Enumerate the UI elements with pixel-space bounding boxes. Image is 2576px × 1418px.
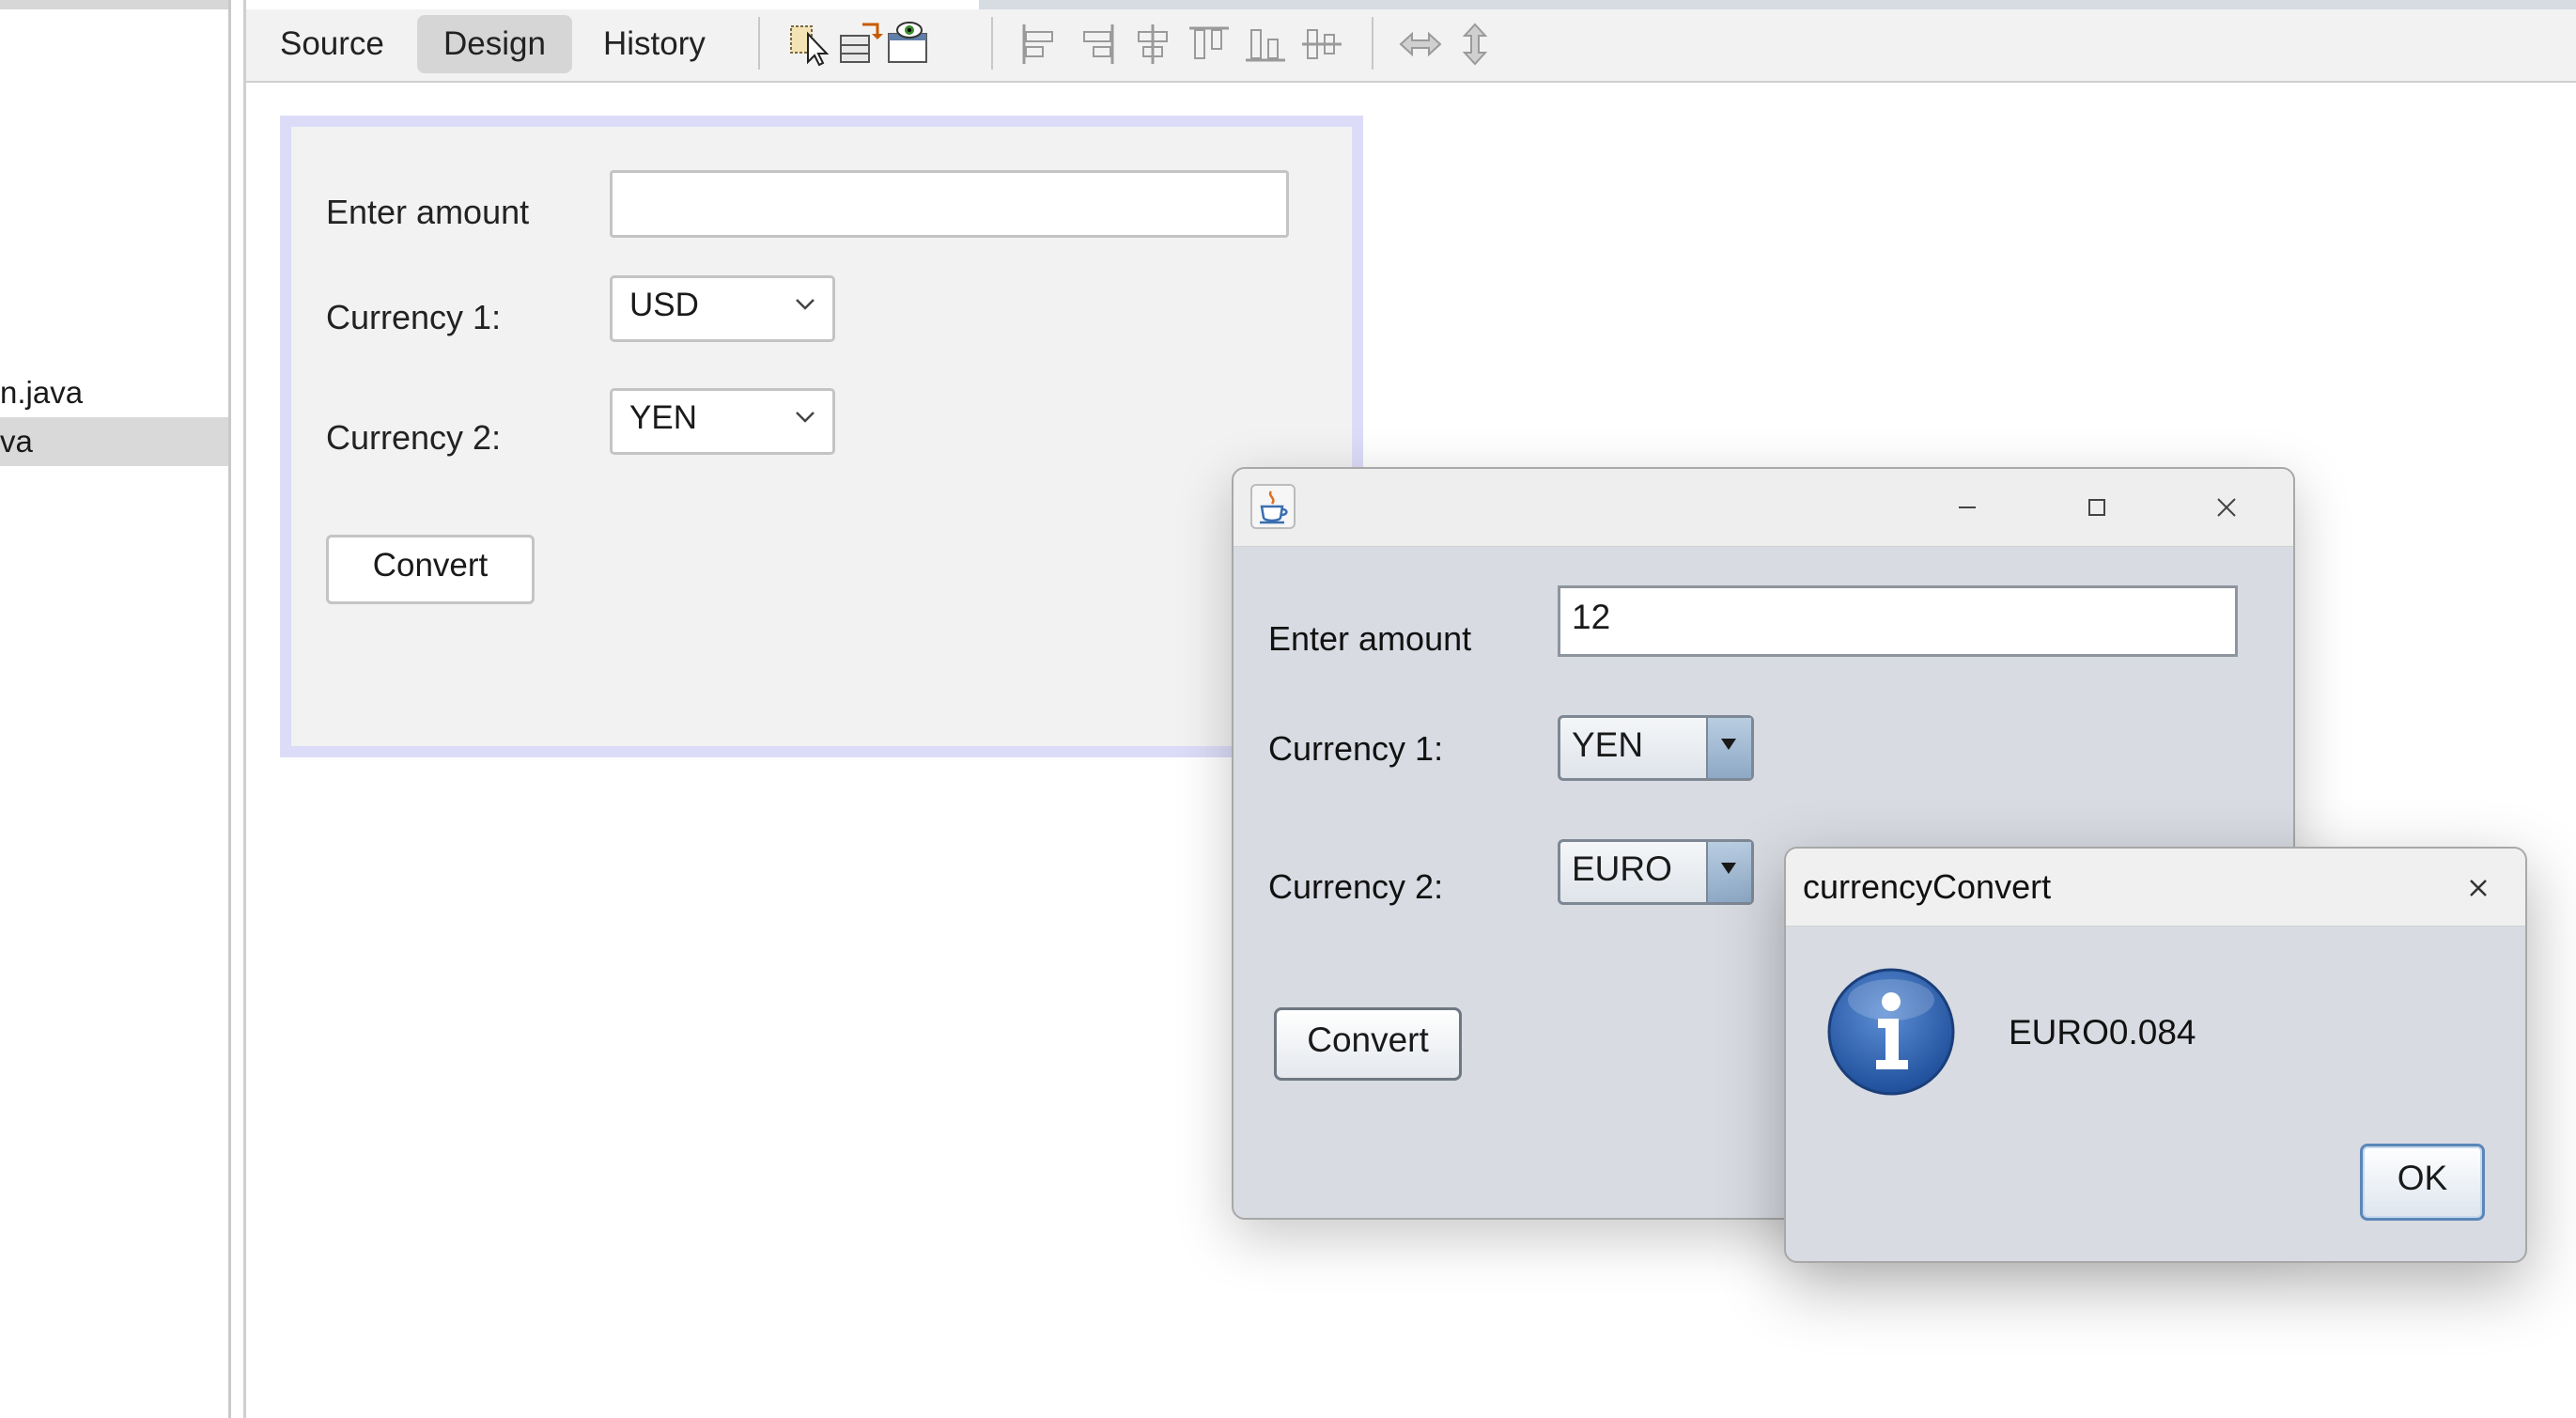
currency1-selected-value: USD: [629, 287, 699, 323]
tab-design[interactable]: Design: [417, 15, 572, 73]
currency2-combobox[interactable]: EURO: [1558, 839, 1754, 905]
active-editor-tab-indicator: [246, 0, 979, 9]
convert-button[interactable]: Convert: [1274, 1007, 1462, 1081]
center-horizontally-icon[interactable]: [1129, 21, 1176, 68]
chevron-down-icon: [796, 299, 815, 310]
toolbar-separator: [1372, 17, 1373, 70]
preview-design-icon[interactable]: [885, 21, 932, 68]
currency2-label: Currency 2:: [326, 418, 502, 457]
window-titlebar[interactable]: [1234, 469, 2293, 547]
maximize-icon[interactable]: [2075, 486, 2118, 529]
align-right-icon[interactable]: [1073, 21, 1120, 68]
design-form-canvas[interactable]: Enter amount Currency 1: USD Currency 2:…: [280, 116, 1363, 757]
align-bottom-icon[interactable]: [1242, 21, 1289, 68]
panel-header-line: [0, 0, 228, 9]
triangle-down-icon: [1721, 863, 1736, 874]
amount-field[interactable]: 12: [1558, 585, 2238, 657]
dialog-title: currencyConvert: [1803, 867, 2052, 906]
currency2-selected-value: YEN: [629, 399, 697, 436]
currency1-label: Currency 1:: [1268, 729, 1444, 768]
triangle-down-icon: [1721, 739, 1736, 750]
currency2-label: Currency 2:: [1268, 867, 1444, 906]
currency1-combobox[interactable]: YEN: [1558, 715, 1754, 781]
message-dialog: currencyConvert EURO0.084 OK: [1784, 847, 2527, 1263]
change-vertical-resizability-icon[interactable]: [1451, 21, 1498, 68]
java-cup-icon: [1250, 484, 1296, 529]
amount-field[interactable]: [610, 170, 1289, 238]
currency2-selected-value: EURO: [1572, 849, 1672, 888]
project-tree-item[interactable]: n.java: [0, 368, 228, 417]
project-tree-item-selected[interactable]: va: [0, 417, 228, 466]
minimize-icon[interactable]: [1946, 486, 1989, 529]
toolbar-separator: [991, 17, 993, 70]
panel-splitter[interactable]: [231, 0, 246, 1418]
align-top-icon[interactable]: [1186, 21, 1233, 68]
close-icon[interactable]: [2460, 869, 2497, 907]
align-left-icon[interactable]: [1016, 21, 1063, 68]
change-horizontal-resizability-icon[interactable]: [1397, 21, 1444, 68]
amount-label: Enter amount: [1268, 619, 1472, 658]
project-panel: n.java va: [0, 0, 231, 1418]
amount-label: Enter amount: [326, 193, 530, 231]
currency2-combobox[interactable]: YEN: [610, 388, 835, 455]
center-vertically-icon[interactable]: [1298, 21, 1345, 68]
currency1-label: Currency 1:: [326, 298, 502, 336]
ok-button[interactable]: OK: [2360, 1144, 2485, 1221]
currency2-dropdown-arrow[interactable]: [1706, 842, 1751, 902]
editor-toolbar: Source Design History: [246, 0, 2576, 83]
tab-source[interactable]: Source: [254, 15, 411, 73]
currency1-dropdown-arrow[interactable]: [1706, 718, 1751, 778]
close-icon[interactable]: [2205, 486, 2248, 529]
tab-history[interactable]: History: [577, 15, 732, 73]
currency1-selected-value: YEN: [1572, 725, 1644, 764]
project-tree-item-label: n.java: [0, 375, 84, 410]
project-tree-item-label: va: [0, 424, 33, 459]
dialog-message: EURO0.084: [2009, 1013, 2196, 1052]
currency1-combobox[interactable]: USD: [610, 275, 835, 342]
dialog-titlebar[interactable]: currencyConvert: [1786, 849, 2525, 927]
selection-mode-icon[interactable]: [787, 21, 834, 68]
convert-button[interactable]: Convert: [326, 535, 535, 604]
information-icon: [1825, 966, 1957, 1098]
toolbar-separator: [758, 17, 760, 70]
connection-mode-icon[interactable]: [836, 21, 883, 68]
chevron-down-icon: [796, 412, 815, 423]
